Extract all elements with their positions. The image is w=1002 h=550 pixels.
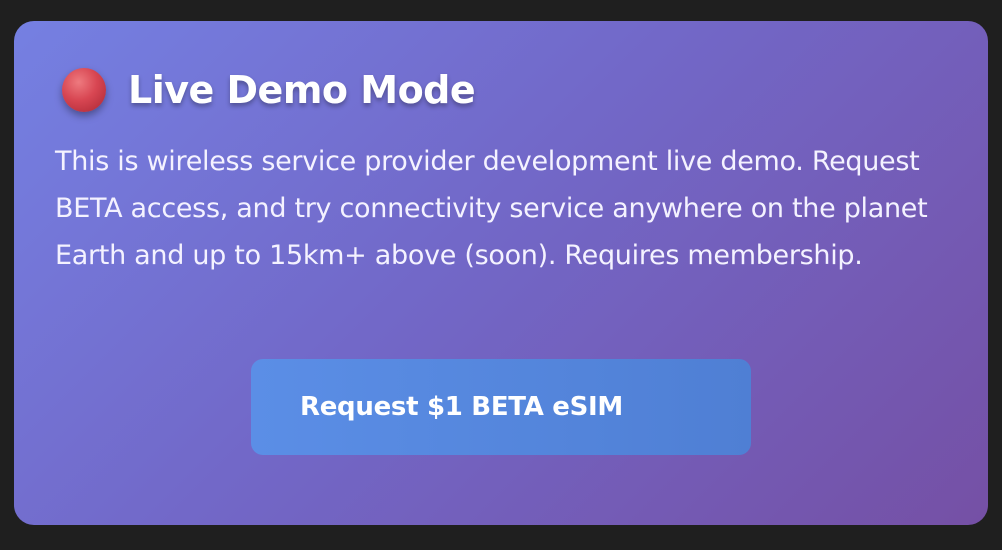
card-header: Live Demo Mode bbox=[62, 67, 476, 113]
live-demo-card: Live Demo Mode This is wireless service … bbox=[14, 21, 988, 525]
red-dot-icon bbox=[62, 68, 106, 112]
card-description: This is wireless service provider develo… bbox=[55, 146, 928, 271]
request-beta-esim-button[interactable]: Request $1 BETA eSIM bbox=[251, 359, 751, 455]
card-title: Live Demo Mode bbox=[128, 68, 476, 112]
